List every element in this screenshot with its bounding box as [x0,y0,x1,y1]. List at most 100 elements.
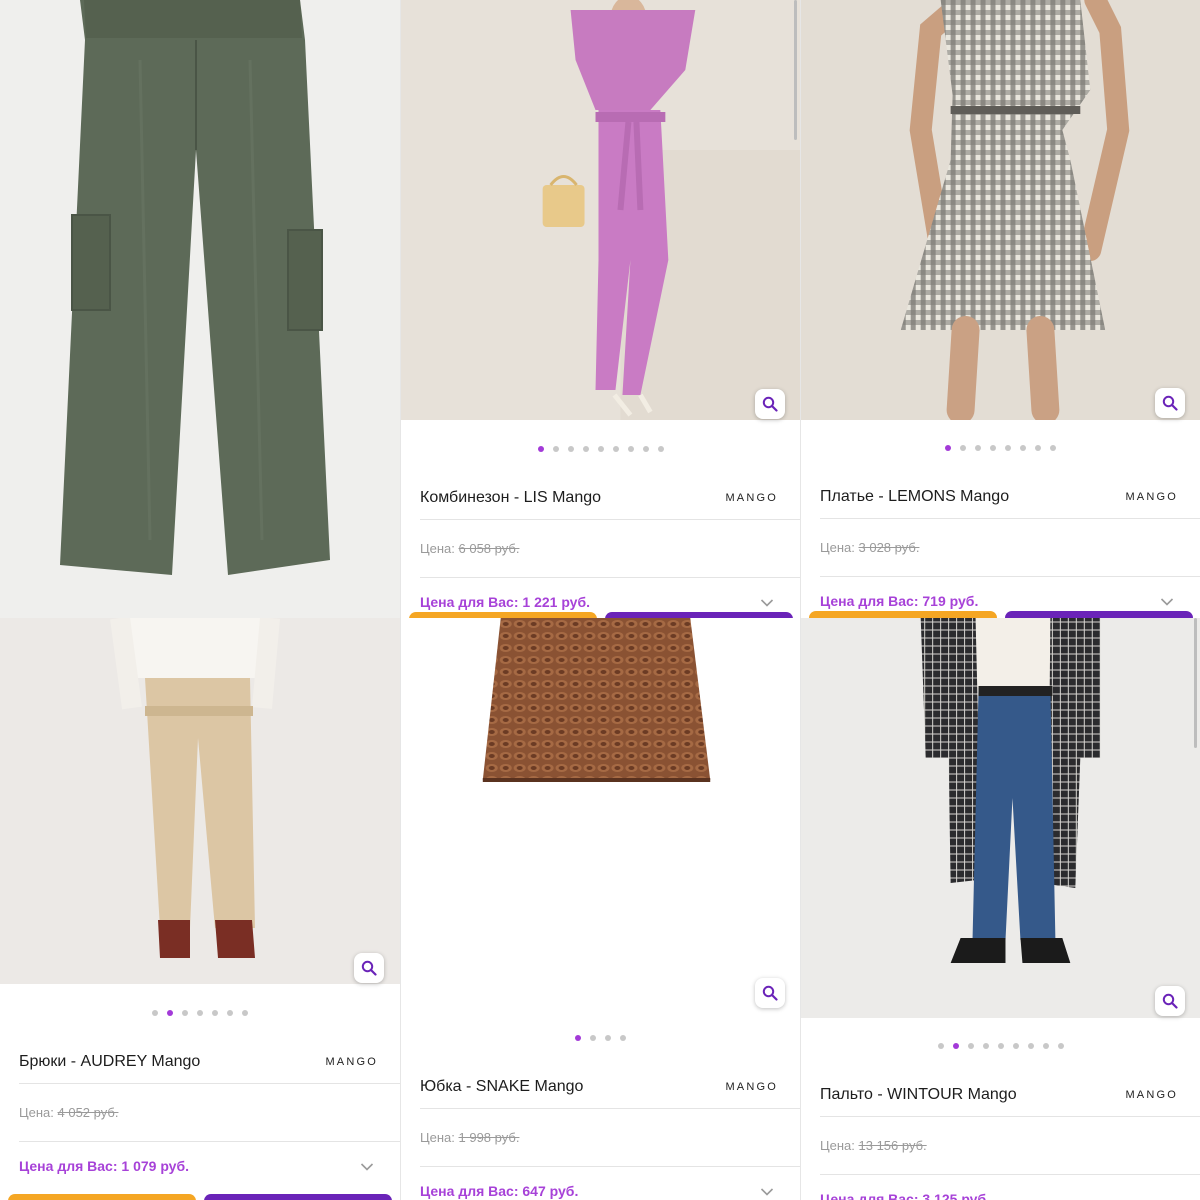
zoom-button[interactable] [1155,986,1185,1016]
pagination-dot[interactable] [575,1035,581,1041]
pagination-dot[interactable] [937,1043,944,1049]
image-pagination[interactable] [801,445,1200,451]
product-card-skirt[interactable]: Юбка - SNAKE Mango MANGO Цена: 1 998 руб… [400,618,800,1200]
brand-logo: MANGO [725,1081,778,1093]
pagination-dot[interactable] [597,446,604,452]
pagination-dot[interactable] [642,446,649,452]
product-card-jumpsuit[interactable]: Комбинезон - LIS Mango MANGO Цена: 6 058… [400,0,800,618]
pagination-dot[interactable] [620,1035,626,1041]
search-icon [361,960,377,976]
price-row: Цена: 4 052 руб. [19,1105,118,1120]
old-price: 3 028 руб. [858,540,920,555]
pagination-dot[interactable] [990,445,996,451]
divider [820,518,1200,519]
pagination-dot[interactable] [152,1010,158,1016]
pagination-dot[interactable] [1005,445,1011,451]
image-pagination[interactable] [401,1035,800,1041]
old-price: 1 998 руб. [458,1130,520,1145]
price-row: Цена: 1 998 руб. [420,1130,519,1145]
add-to-cart-button[interactable] [8,1194,196,1200]
pagination-dot[interactable] [960,445,966,451]
buy-button[interactable] [1005,611,1193,618]
image-pagination[interactable] [401,446,800,452]
pagination-dot[interactable] [1035,445,1041,451]
product-card-cargo-trousers[interactable] [0,0,400,618]
pagination-dot[interactable] [582,446,589,452]
product-name[interactable]: Пальто - WINTOUR Mango [820,1086,1017,1104]
your-price: Цена для Вас: 647 руб. [420,1183,579,1199]
zoom-button[interactable] [1155,388,1185,418]
pagination-dot[interactable] [1057,1043,1064,1049]
divider [820,576,1200,577]
pagination-dot[interactable] [590,1035,596,1041]
old-price: 6 058 руб. [458,541,520,556]
pagination-dot[interactable] [567,446,574,452]
pagination-dot[interactable] [952,1043,959,1049]
pagination-dot[interactable] [627,446,634,452]
product-photo[interactable] [401,618,800,1018]
price-row: Цена: 3 028 руб. [820,540,919,555]
pagination-dot[interactable] [1027,1043,1034,1049]
pagination-dot[interactable] [167,1010,173,1016]
zoom-button[interactable] [755,978,785,1008]
price-row: Цена: 13 156 руб. [820,1138,927,1153]
pagination-dot[interactable] [242,1010,248,1016]
pagination-dot[interactable] [537,446,544,452]
product-card-coat[interactable]: Пальто - WINTOUR Mango MANGO Цена: 13 15… [800,618,1200,1200]
brand-logo: MANGO [1125,491,1178,503]
product-card-trousers[interactable]: Брюки - AUDREY Mango MANGO Цена: 4 052 р… [0,618,400,1200]
divider [820,1116,1200,1117]
divider [420,519,800,520]
pagination-dot[interactable] [982,1043,989,1049]
scrollbar[interactable] [794,0,797,140]
your-price: Цена для Вас: 1 221 руб. [420,594,591,610]
divider [820,1174,1200,1175]
product-photo[interactable] [0,0,400,618]
your-price: Цена для Вас: 719 руб. [820,593,979,609]
divider [19,1141,400,1142]
pagination-dot[interactable] [612,446,619,452]
pagination-dot[interactable] [227,1010,233,1016]
pagination-dot[interactable] [552,446,559,452]
chevron-down-icon[interactable] [760,598,774,608]
pagination-dot[interactable] [1020,445,1026,451]
product-name[interactable]: Юбка - SNAKE Mango [420,1078,583,1096]
pagination-dot[interactable] [182,1010,188,1016]
product-photo[interactable] [401,0,800,420]
product-name[interactable]: Комбинезон - LIS Mango [420,489,601,507]
search-icon [762,985,778,1001]
scrollbar[interactable] [1194,618,1197,748]
old-price: 13 156 руб. [858,1138,927,1153]
pagination-dot[interactable] [1042,1043,1049,1049]
pagination-dot[interactable] [605,1035,611,1041]
image-pagination[interactable] [801,1043,1200,1049]
chevron-down-icon[interactable] [1160,597,1174,607]
brand-logo: MANGO [725,492,778,504]
zoom-button[interactable] [354,953,384,983]
pagination-dot[interactable] [997,1043,1004,1049]
pagination-dot[interactable] [1012,1043,1019,1049]
pagination-dot[interactable] [975,445,981,451]
price-label: Цена: [420,541,455,556]
zoom-button[interactable] [755,389,785,419]
image-pagination[interactable] [0,1010,400,1016]
pagination-dot[interactable] [967,1043,974,1049]
your-price: Цена для Вас: 3 125 руб. [820,1191,991,1200]
pagination-dot[interactable] [212,1010,218,1016]
product-photo[interactable] [801,0,1200,420]
pagination-dot[interactable] [197,1010,203,1016]
pagination-dot[interactable] [1050,445,1056,451]
product-photo[interactable] [0,618,400,984]
product-name[interactable]: Брюки - AUDREY Mango [19,1053,200,1071]
buy-button[interactable] [204,1194,392,1200]
product-card-dress[interactable]: Платье - LEMONS Mango MANGO Цена: 3 028 … [800,0,1200,618]
product-photo[interactable] [801,618,1200,1018]
pagination-dot[interactable] [657,446,664,452]
price-label: Цена: [420,1130,455,1145]
product-name[interactable]: Платье - LEMONS Mango [820,488,1009,506]
add-to-cart-button[interactable] [809,611,997,618]
search-icon [762,396,778,412]
chevron-down-icon[interactable] [360,1162,374,1172]
pagination-dot[interactable] [945,445,951,451]
chevron-down-icon[interactable] [760,1187,774,1197]
